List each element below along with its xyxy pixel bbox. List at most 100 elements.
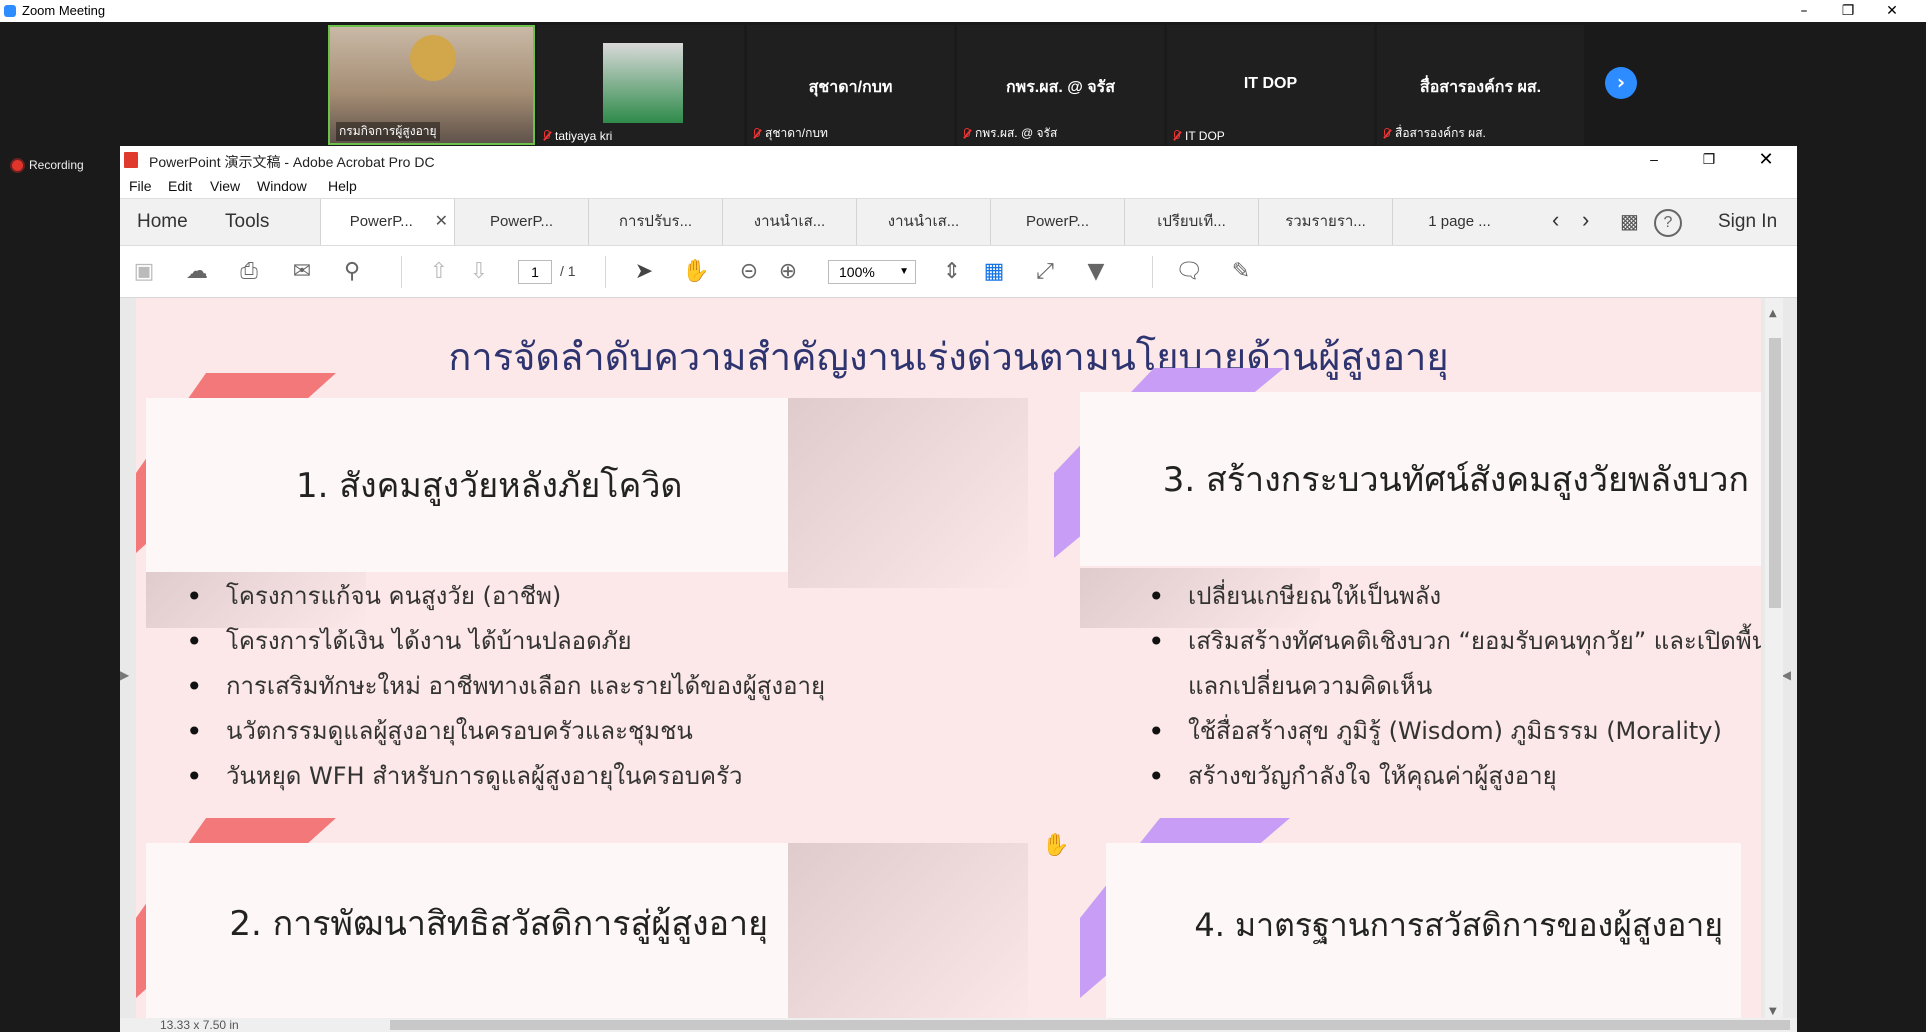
horizontal-scrollbar[interactable]	[120, 1018, 1797, 1032]
left-pane-toggle-icon[interactable]: ▶	[120, 668, 129, 682]
zoom-level-select[interactable]: 100% ▼	[828, 260, 916, 284]
hand-tool-icon[interactable]: ✋	[682, 258, 710, 286]
participant-label-text: tatiyaya kri	[555, 129, 613, 143]
section-1-card: 1. สังคมสูงวัยหลังภัยโควิด	[146, 398, 788, 572]
next-page-icon[interactable]: ⇩	[465, 258, 493, 286]
section-1-heading: 1. สังคมสูงวัยหลังภัยโควิด	[296, 466, 683, 506]
menu-window[interactable]: Window	[257, 178, 307, 194]
bullet-item: เสริมสร้างทัศนคติเชิงบวก “ยอมรับคนทุกวัย…	[1148, 619, 1761, 664]
zoom-out-icon[interactable]: ⊝	[735, 258, 763, 286]
restore-icon[interactable]: ❐	[1826, 0, 1870, 22]
search-icon[interactable]: ⚲	[338, 258, 366, 286]
home-tab[interactable]: Home	[137, 211, 188, 233]
participant-tile[interactable]: สื่อสารองค์กร ผส. สื่อสารองค์กร ผส.	[1377, 25, 1584, 145]
section-1-bullets: โครงการแก้จน คนสูงวัย (อาชีพ) โครงการได้…	[186, 574, 825, 799]
full-screen-icon[interactable]: ⤢	[1031, 258, 1059, 286]
participant-label: กพร.ผส. @ จรัส	[963, 124, 1057, 143]
bullet-item: วันหยุด WFH สำหรับการดูแลผู้สูงอายุในครอ…	[186, 754, 825, 799]
help-icon[interactable]: ?	[1654, 209, 1682, 237]
close-tab-icon[interactable]: ✕	[435, 199, 448, 245]
participant-label-text: กพร.ผส. @ จรัส	[975, 126, 1058, 140]
highlight-pen-icon[interactable]: ✎	[1227, 258, 1255, 286]
vertical-scrollbar[interactable]: ▲ ▼	[1765, 298, 1783, 1032]
chevron-right-icon[interactable]: ›	[1582, 207, 1589, 233]
participant-tile[interactable]: กพร.ผส. @ จรัส กพร.ผส. @ จรัส	[957, 25, 1164, 145]
decorative-shadow	[788, 843, 1028, 1018]
document-tab-label: PowerP...	[1025, 213, 1090, 230]
chevron-left-icon[interactable]: ‹	[1552, 207, 1559, 233]
read-mode-icon[interactable]: ▼	[1082, 258, 1110, 286]
page-number-input[interactable]: 1	[518, 260, 552, 284]
comment-bubble-icon[interactable]: 🗨	[1175, 258, 1203, 286]
menu-view[interactable]: View	[210, 178, 240, 194]
bullet-item: การเสริมทักษะใหม่ อาชีพทางเลือก และรายได…	[186, 664, 825, 709]
close-icon[interactable]: ✕	[1744, 148, 1788, 170]
zoom-level-value: 100%	[839, 264, 875, 280]
document-tab[interactable]: PowerP...	[990, 199, 1124, 245]
section-4-heading: 4. มาตรฐานการสวัสดิการของผู้สูงอายุ	[1194, 905, 1723, 944]
document-area[interactable]: ▶ ◀ การจัดลำดับความสำคัญงานเร่งด่วนตามนโ…	[120, 298, 1797, 1032]
slide: การจัดลำดับความสำคัญงานเร่งด่วนตามนโยบาย…	[136, 298, 1761, 1018]
next-page-arrow-icon[interactable]: ›	[1605, 67, 1637, 99]
document-tab[interactable]: เปรียบเที...	[1124, 199, 1258, 245]
document-tab[interactable]: การปรับร...	[588, 199, 722, 245]
scroll-down-icon[interactable]: ▼	[1769, 1006, 1777, 1017]
zoom-window-title: Zoom Meeting	[22, 3, 106, 18]
section-4-card: 4. มาตรฐานการสวัสดิการของผู้สูงอายุ	[1106, 843, 1741, 1018]
restore-icon[interactable]: ❐	[1687, 148, 1731, 170]
bullet-item: โครงการได้เงิน ได้งาน ได้บ้านปลอดภัย	[186, 619, 825, 664]
chevron-down-icon: ▼	[899, 266, 909, 277]
email-icon[interactable]: ✉	[288, 258, 316, 286]
participant-name: IT DOP	[1243, 75, 1298, 92]
minimize-icon[interactable]: –	[1782, 0, 1826, 22]
sign-in-link[interactable]: Sign In	[1718, 211, 1777, 233]
mic-muted-icon	[753, 127, 761, 140]
tools-tab[interactable]: Tools	[225, 211, 269, 233]
emblem-icon	[410, 35, 456, 81]
participant-tile[interactable]: IT DOP IT DOP	[1167, 25, 1374, 145]
right-pane-toggle-icon[interactable]: ◀	[1782, 668, 1791, 682]
scrollbar-thumb[interactable]	[390, 1020, 1790, 1030]
upload-cloud-icon[interactable]: ☁	[183, 258, 211, 286]
participant-label: สุชาดา/กบท	[753, 124, 828, 143]
hand-cursor-icon: ✋	[1042, 833, 1070, 858]
print-icon[interactable]: ⎙	[235, 258, 263, 286]
zoom-in-icon[interactable]: ⊕	[774, 258, 802, 286]
participant-tile[interactable]: สุชาดา/กบท สุชาดา/กบท	[747, 25, 954, 145]
comment-icon[interactable]: ▩	[1620, 209, 1639, 234]
menu-bar: File Edit View Window Help	[120, 174, 1797, 198]
document-tab[interactable]: 1 page ...	[1392, 199, 1526, 245]
menu-edit[interactable]: Edit	[168, 178, 192, 194]
menu-file[interactable]: File	[129, 178, 152, 194]
scrollbar-thumb[interactable]	[1769, 338, 1781, 608]
document-tab-label: เปรียบเที...	[1157, 213, 1226, 230]
document-tab[interactable]: งานนำเส...	[856, 199, 990, 245]
document-tab[interactable]: PowerP...	[454, 199, 588, 245]
scroll-up-icon[interactable]: ▲	[1769, 308, 1777, 319]
document-tab[interactable]: งานนำเส...	[722, 199, 856, 245]
mic-muted-icon	[963, 127, 971, 140]
participant-name: สุชาดา/กบท	[808, 79, 893, 96]
select-cursor-icon[interactable]: ➤	[630, 258, 658, 286]
page-fit-icon[interactable]: ⇕	[938, 258, 966, 286]
recording-label: Recording	[29, 158, 84, 172]
section-3-bullets: เปลี่ยนเกษียณให้เป็นพลัง เสริมสร้างทัศนค…	[1148, 574, 1761, 799]
participant-label: กรมกิจการผู้สูงอายุ	[336, 122, 440, 141]
bullet-item: เปลี่ยนเกษียณให้เป็นพลัง	[1148, 574, 1761, 619]
fit-width-icon[interactable]: ▦	[980, 258, 1008, 286]
menu-help[interactable]: Help	[328, 178, 357, 194]
minimize-icon[interactable]: –	[1632, 148, 1676, 170]
close-icon[interactable]: ✕	[1870, 0, 1914, 22]
document-tab[interactable]: รวมรายรา...	[1258, 199, 1392, 245]
participant-tile-video[interactable]: กรมกิจการผู้สูงอายุ	[328, 25, 535, 145]
participant-tile-video[interactable]: tatiyaya kri	[537, 25, 744, 145]
bullet-item: สร้างขวัญกำลังใจ ให้คุณค่าผู้สูงอายุ	[1148, 754, 1761, 799]
slide-title: การจัดลำดับความสำคัญงานเร่งด่วนตามนโยบาย…	[448, 335, 1449, 379]
save-icon[interactable]: ▣	[130, 258, 158, 286]
previous-page-icon[interactable]: ⇧	[425, 258, 453, 286]
document-tab-label: การปรับร...	[618, 213, 693, 230]
document-tab[interactable]: PowerP... ✕	[320, 199, 454, 245]
bullet-item: โครงการแก้จน คนสูงวัย (อาชีพ)	[186, 574, 825, 619]
mic-muted-icon	[543, 130, 551, 142]
participant-label-text: สุชาดา/กบท	[765, 126, 828, 140]
